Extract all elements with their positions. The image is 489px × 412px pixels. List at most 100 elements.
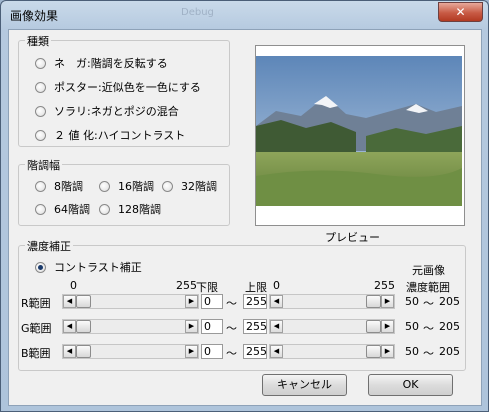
- gradation-group: 階調幅 8階調 16階調 32階調 64階調 128階調: [18, 157, 230, 226]
- density-group: 濃度補正 コントラスト補正 元画像 0 255 下限 上限 0 255 濃度範囲…: [18, 238, 466, 371]
- range-tilde: 〜: [423, 297, 434, 310]
- range-tilde: 〜: [226, 347, 237, 360]
- radio-button[interactable]: [35, 81, 46, 93]
- original-range-min: 50: [405, 295, 419, 308]
- gradation-group-legend: 階調幅: [25, 157, 62, 173]
- contrast-correction-label: コントラスト補正: [54, 261, 142, 274]
- contrast-correction-option[interactable]: コントラスト補正: [35, 259, 142, 275]
- gradation-option-label: 128階調: [118, 203, 161, 216]
- upper-scale-min: 0: [273, 279, 280, 292]
- type-option-label: ポスター:近似色を一色にする: [54, 81, 201, 94]
- scroll-left-arrow-icon[interactable]: ◀: [270, 320, 283, 333]
- gradation-option-128[interactable]: 128階調: [99, 201, 161, 217]
- radio-button[interactable]: [99, 180, 110, 192]
- gradation-option-label: 8階調: [54, 180, 83, 193]
- radio-button-selected[interactable]: [35, 261, 46, 273]
- dialog-client-area: 種類 ネ ガ:階調を反転する ポスター:近似色を一色にする ソラリ:ネガとポジの…: [8, 29, 482, 406]
- slider-thumb[interactable]: [366, 320, 381, 333]
- lower-limit-slider[interactable]: ◀ ▶: [62, 344, 199, 359]
- preview-landscape-image: [256, 56, 462, 206]
- original-range-max: 205: [439, 295, 460, 308]
- scroll-right-arrow-icon[interactable]: ▶: [381, 320, 394, 333]
- scroll-right-arrow-icon[interactable]: ▶: [185, 320, 198, 333]
- gradation-option-64[interactable]: 64階調: [35, 201, 90, 217]
- slider-thumb[interactable]: [76, 295, 91, 308]
- original-range-max: 205: [439, 320, 460, 333]
- upper-limit-value[interactable]: 255: [243, 344, 267, 359]
- lower-scale-min: 0: [70, 279, 77, 292]
- upper-limit-slider[interactable]: ◀ ▶: [269, 319, 395, 334]
- type-option-label: ネ ガ:階調を反転する: [54, 57, 168, 70]
- lower-scale-max: 255: [176, 279, 197, 292]
- ok-button[interactable]: OK: [368, 374, 453, 396]
- preview-image-frame: [255, 45, 465, 226]
- original-range-min: 50: [405, 320, 419, 333]
- slider-thumb[interactable]: [366, 345, 381, 358]
- scroll-right-arrow-icon[interactable]: ▶: [185, 345, 198, 358]
- range-row-label: G範囲: [21, 322, 52, 335]
- scroll-right-arrow-icon[interactable]: ▶: [185, 295, 198, 308]
- range-row-r: R範囲 ◀ ▶ 0 〜 255 ◀ ▶ 50 〜 205: [19, 293, 465, 311]
- radio-button[interactable]: [35, 203, 46, 215]
- lower-limit-value[interactable]: 0: [201, 319, 223, 334]
- upper-limit-value[interactable]: 255: [243, 319, 267, 334]
- cancel-button[interactable]: キャンセル: [262, 374, 347, 396]
- type-option-binarize[interactable]: ２ 値 化:ハイコントラスト: [35, 127, 185, 143]
- radio-button[interactable]: [35, 129, 46, 141]
- title-bar[interactable]: 画像効果 Debug ✕: [1, 1, 488, 29]
- range-tilde: 〜: [423, 322, 434, 335]
- lower-limit-value[interactable]: 0: [201, 344, 223, 359]
- scroll-left-arrow-icon[interactable]: ◀: [270, 295, 283, 308]
- range-row-b: B範囲 ◀ ▶ 0 〜 255 ◀ ▶ 50 〜 205: [19, 343, 465, 361]
- lower-limit-value[interactable]: 0: [201, 294, 223, 309]
- type-option-label: ソラリ:ネガとポジの混合: [54, 105, 179, 118]
- dialog-window: 画像効果 Debug ✕ 種類 ネ ガ:階調を反転する ポスター:近似色を一色に…: [0, 0, 489, 412]
- gradation-option-16[interactable]: 16階調: [99, 178, 154, 194]
- preview-caption: プレビュー: [325, 231, 380, 244]
- gradation-option-32[interactable]: 32階調: [162, 178, 217, 194]
- upper-scale-max: 255: [374, 279, 395, 292]
- range-tilde: 〜: [226, 297, 237, 310]
- window-title: 画像効果: [10, 9, 59, 23]
- radio-button[interactable]: [162, 180, 173, 192]
- range-tilde: 〜: [423, 347, 434, 360]
- original-range-max: 205: [439, 345, 460, 358]
- radio-button[interactable]: [35, 180, 46, 192]
- type-option-negative[interactable]: ネ ガ:階調を反転する: [35, 55, 168, 71]
- radio-button[interactable]: [35, 105, 46, 117]
- type-option-poster[interactable]: ポスター:近似色を一色にする: [35, 79, 201, 95]
- type-option-solarize[interactable]: ソラリ:ネガとポジの混合: [35, 103, 179, 119]
- upper-limit-value[interactable]: 255: [243, 294, 267, 309]
- range-row-g: G範囲 ◀ ▶ 0 〜 255 ◀ ▶ 50 〜 205: [19, 318, 465, 336]
- scroll-right-arrow-icon[interactable]: ▶: [381, 345, 394, 358]
- type-group: 種類 ネ ガ:階調を反転する ポスター:近似色を一色にする ソラリ:ネガとポジの…: [18, 33, 230, 147]
- range-row-label: R範囲: [21, 297, 51, 310]
- lower-limit-slider[interactable]: ◀ ▶: [62, 294, 199, 309]
- scroll-left-arrow-icon[interactable]: ◀: [63, 345, 76, 358]
- radio-button[interactable]: [35, 57, 46, 69]
- scroll-right-arrow-icon[interactable]: ▶: [381, 295, 394, 308]
- gradation-option-label: 64階調: [54, 203, 90, 216]
- scroll-left-arrow-icon[interactable]: ◀: [270, 345, 283, 358]
- scroll-left-arrow-icon[interactable]: ◀: [63, 320, 76, 333]
- upper-limit-slider[interactable]: ◀ ▶: [269, 294, 395, 309]
- density-group-legend: 濃度補正: [25, 238, 73, 254]
- original-range-header-1: 元画像: [412, 264, 445, 277]
- range-row-label: B範囲: [21, 347, 51, 360]
- background-window-title: Debug: [181, 7, 214, 18]
- gradation-option-label: 16階調: [118, 180, 154, 193]
- range-tilde: 〜: [226, 322, 237, 335]
- type-option-label: ２ 値 化:ハイコントラスト: [54, 129, 186, 142]
- scroll-left-arrow-icon[interactable]: ◀: [63, 295, 76, 308]
- gradation-option-label: 32階調: [181, 180, 217, 193]
- slider-thumb[interactable]: [76, 345, 91, 358]
- close-button[interactable]: ✕: [438, 2, 483, 22]
- slider-thumb[interactable]: [366, 295, 381, 308]
- gradation-option-8[interactable]: 8階調: [35, 178, 83, 194]
- original-range-min: 50: [405, 345, 419, 358]
- upper-limit-slider[interactable]: ◀ ▶: [269, 344, 395, 359]
- type-group-legend: 種類: [25, 33, 51, 49]
- slider-thumb[interactable]: [76, 320, 91, 333]
- radio-button[interactable]: [99, 203, 110, 215]
- lower-limit-slider[interactable]: ◀ ▶: [62, 319, 199, 334]
